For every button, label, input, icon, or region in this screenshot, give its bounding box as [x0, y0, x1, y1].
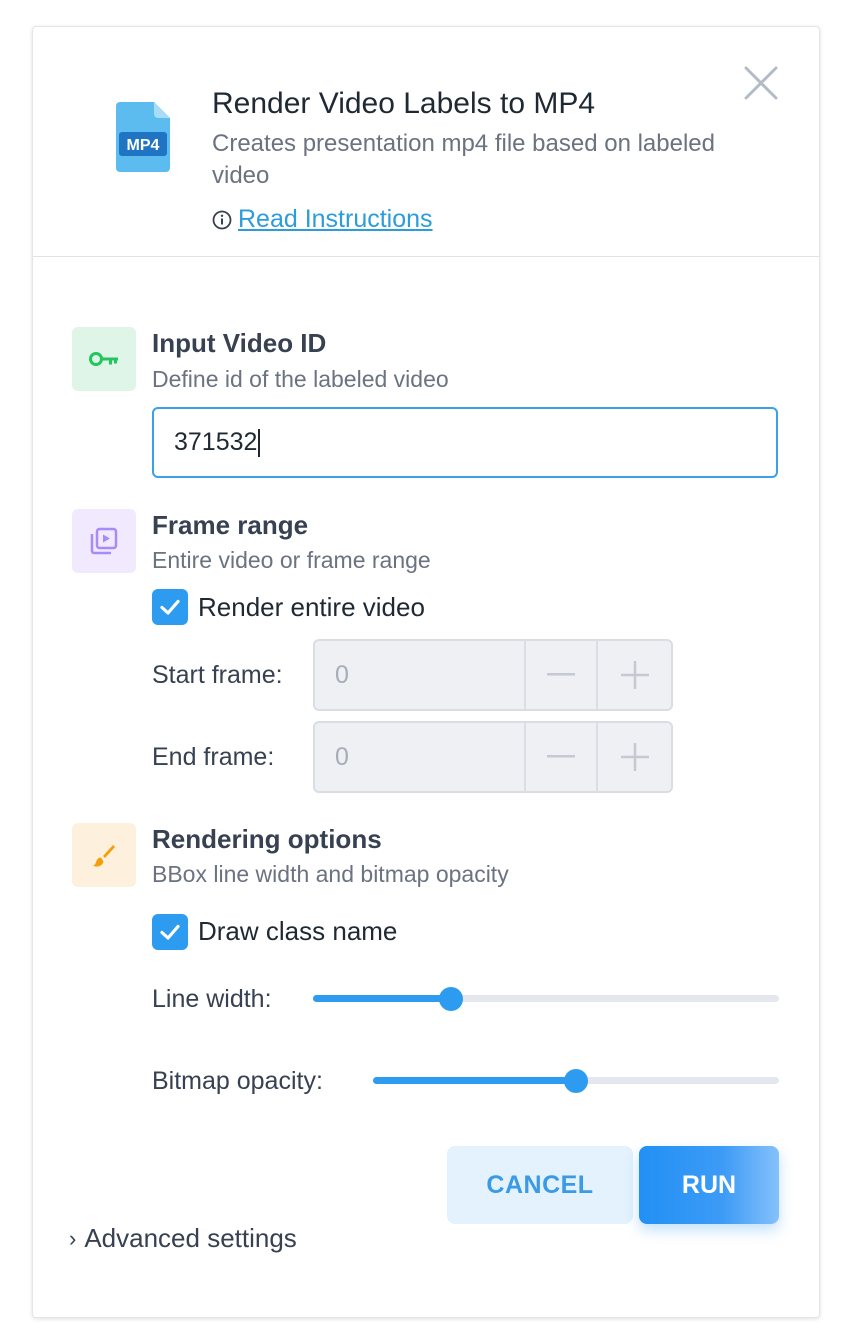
input-video-subtitle: Define id of the labeled video: [152, 366, 449, 392]
frame-range-title: Frame range: [152, 510, 309, 540]
draw-class-name-checkbox[interactable]: [152, 914, 188, 950]
render-entire-video-label[interactable]: Render entire video: [198, 592, 425, 623]
slider-fill: [373, 1077, 576, 1084]
slider-thumb[interactable]: [439, 987, 464, 1011]
end-frame-label: End frame:: [152, 743, 275, 771]
end-frame-increment-button[interactable]: [598, 723, 671, 791]
start-frame-decrement-button[interactable]: [526, 641, 599, 709]
start-frame-increment-button[interactable]: [598, 641, 671, 709]
key-icon: [89, 352, 118, 366]
read-instructions-link[interactable]: Read Instructions: [212, 205, 433, 234]
info-icon: [212, 210, 232, 229]
cancel-button[interactable]: CANCEL: [447, 1146, 633, 1224]
modal-header: MP4 Render Video Labels to MP4 Creates p…: [33, 27, 819, 257]
rendering-options-subtitle: BBox line width and bitmap opacity: [152, 861, 509, 887]
brush-section-icon: [72, 823, 136, 887]
mp4-file-icon: MP4: [116, 102, 170, 172]
video-id-input[interactable]: 371532: [152, 407, 778, 478]
start-frame-input[interactable]: 0: [315, 641, 526, 709]
checkmark-icon: [160, 924, 180, 940]
input-video-title: Input Video ID: [152, 328, 327, 358]
end-frame-stepper[interactable]: 0: [313, 721, 673, 793]
rendering-options-title: Rendering options: [152, 824, 382, 854]
read-instructions-text[interactable]: Read Instructions: [238, 205, 433, 234]
app-description: Creates presentation mp4 file based on l…: [212, 130, 715, 189]
minus-icon: [547, 755, 576, 758]
end-frame-decrement-button[interactable]: [526, 723, 599, 791]
app-title: Render Video Labels to MP4: [212, 87, 596, 120]
video-id-value: 371532: [174, 428, 258, 456]
minus-icon: [547, 673, 576, 676]
frame-section-icon: [72, 509, 136, 573]
frame-range-subtitle: Entire video or frame range: [152, 547, 431, 573]
close-icon[interactable]: [743, 65, 779, 101]
slider-fill: [313, 995, 452, 1002]
app-modal: MP4 Render Video Labels to MP4 Creates p…: [32, 26, 820, 1318]
line-width-label: Line width:: [152, 985, 272, 1013]
draw-class-name-label[interactable]: Draw class name: [198, 916, 397, 947]
video-library-icon: [90, 527, 118, 555]
start-frame-label: Start frame:: [152, 661, 283, 689]
bitmap-opacity-slider[interactable]: [373, 1068, 779, 1093]
key-section-icon: [72, 327, 136, 391]
run-button[interactable]: RUN: [639, 1146, 779, 1224]
plus-icon: [620, 661, 649, 689]
text-caret: [258, 428, 261, 457]
line-width-slider[interactable]: [313, 986, 779, 1011]
checkmark-icon: [160, 599, 180, 615]
slider-thumb[interactable]: [564, 1069, 588, 1093]
render-entire-video-checkbox[interactable]: [152, 589, 188, 625]
svg-text:MP4: MP4: [127, 137, 160, 154]
brush-icon: [93, 845, 115, 867]
advanced-settings-label: Advanced settings: [84, 1223, 297, 1253]
plus-icon: [620, 743, 649, 771]
end-frame-input[interactable]: 0: [315, 723, 526, 791]
chevron-right-icon: ›: [69, 1225, 77, 1251]
advanced-settings-toggle[interactable]: › Advanced settings: [69, 1223, 297, 1254]
start-frame-stepper[interactable]: 0: [313, 639, 673, 711]
bitmap-opacity-label: Bitmap opacity:: [152, 1067, 323, 1095]
